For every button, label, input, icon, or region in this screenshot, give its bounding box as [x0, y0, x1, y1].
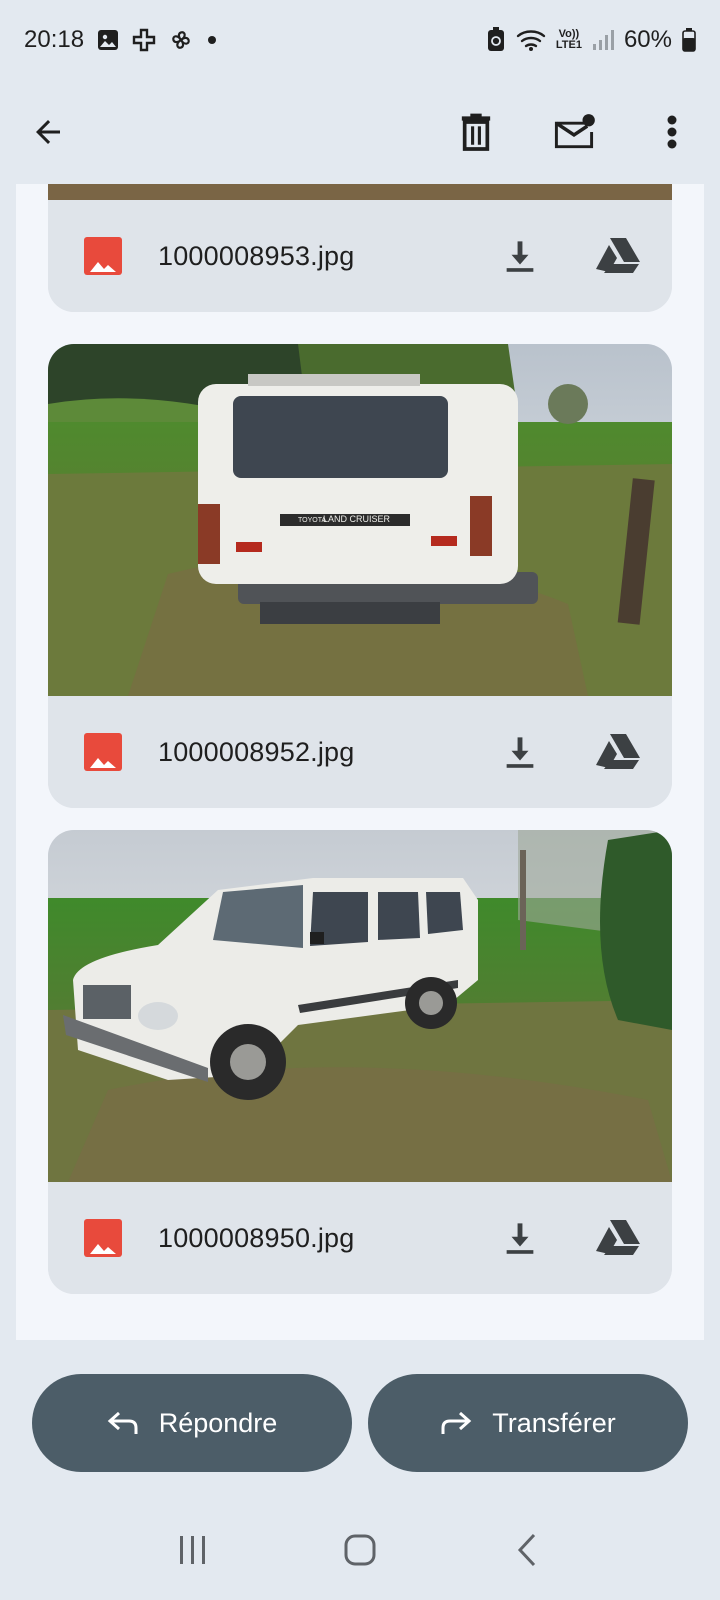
mark-unread-icon — [554, 114, 595, 149]
notification-dot-icon — [206, 34, 218, 46]
battery-icon — [682, 28, 696, 52]
lte-indicator: Vo)) LTE1 — [556, 29, 582, 51]
attachment-bar: 1000008953.jpg — [48, 200, 672, 312]
more-vert-icon — [667, 115, 677, 149]
image-file-icon — [84, 237, 122, 275]
attachment-file-name: 1000008950.jpg — [158, 1222, 355, 1253]
home-button[interactable] — [336, 1526, 384, 1574]
system-nav-bar — [0, 1500, 720, 1600]
recycle-battery-icon — [486, 27, 506, 53]
forward-label: Transférer — [492, 1407, 616, 1438]
download-button[interactable] — [496, 232, 544, 280]
reply-actions: Répondre Transférer — [32, 1374, 688, 1472]
trash-icon — [461, 113, 491, 151]
download-icon — [506, 737, 534, 768]
attachment-card[interactable]: 1000008953.jpg — [48, 184, 672, 312]
attachment-bar: 1000008950.jpg — [48, 1182, 672, 1294]
recent-apps-icon — [180, 1536, 206, 1564]
download-icon — [506, 241, 534, 272]
image-file-icon — [84, 733, 122, 771]
battery-percent: 60% — [623, 26, 672, 53]
forward-button[interactable]: Transférer — [368, 1374, 688, 1472]
attachment-file-name: 1000008952.jpg — [158, 736, 355, 767]
attachment-photo[interactable] — [48, 184, 672, 200]
signal-icon — [592, 29, 614, 51]
status-time: 20:18 — [24, 26, 85, 53]
top-app-bar — [0, 80, 720, 184]
drive-icon — [596, 1220, 640, 1255]
image-file-icon — [84, 1219, 122, 1257]
attachment-card[interactable]: TOYOTA LAND CRUISER 1000008952.jpg — [48, 344, 672, 808]
drive-icon — [596, 238, 640, 273]
drive-icon — [596, 734, 640, 769]
home-icon — [344, 1534, 376, 1566]
more-options-button[interactable] — [648, 108, 696, 156]
save-to-drive-button[interactable] — [594, 232, 642, 280]
back-arrow-icon — [36, 120, 60, 144]
save-to-drive-button[interactable] — [594, 728, 642, 776]
forward-arrow-icon — [441, 1411, 472, 1434]
attachment-bar: 1000008952.jpg — [48, 696, 672, 808]
status-bar: 20:18 Vo)) LTE1 60% — [0, 0, 720, 80]
download-button[interactable] — [496, 728, 544, 776]
download-icon — [506, 1223, 534, 1254]
attachment-photo[interactable]: TOYOTA LAND CRUISER — [48, 344, 672, 696]
wifi-icon — [516, 28, 546, 52]
download-button[interactable] — [496, 1214, 544, 1262]
lte-bottom-text: LTE1 — [555, 39, 582, 51]
reply-button[interactable]: Répondre — [32, 1374, 352, 1472]
attachment-card[interactable]: 1000008950.jpg — [48, 830, 672, 1294]
attachments-panel[interactable]: 1000008953.jpg TOYOTA LAND CRUISER 10000… — [16, 184, 704, 1340]
mark-unread-button[interactable] — [550, 108, 598, 156]
back-button[interactable] — [24, 108, 72, 156]
chevron-left-icon — [517, 1533, 535, 1567]
reply-label: Répondre — [158, 1407, 278, 1438]
medical-plus-icon — [132, 28, 156, 52]
attachment-file-name: 1000008953.jpg — [158, 240, 355, 271]
reply-arrow-icon — [107, 1411, 138, 1434]
attachment-photo[interactable] — [48, 830, 672, 1182]
recent-apps-button[interactable] — [169, 1526, 217, 1574]
save-to-drive-button[interactable] — [594, 1214, 642, 1262]
system-back-button[interactable] — [503, 1526, 551, 1574]
delete-button[interactable] — [452, 108, 500, 156]
pinwheel-icon — [168, 27, 194, 53]
land-cruiser-badge-text: LAND CRUISER — [323, 514, 391, 524]
gallery-icon — [96, 28, 120, 52]
